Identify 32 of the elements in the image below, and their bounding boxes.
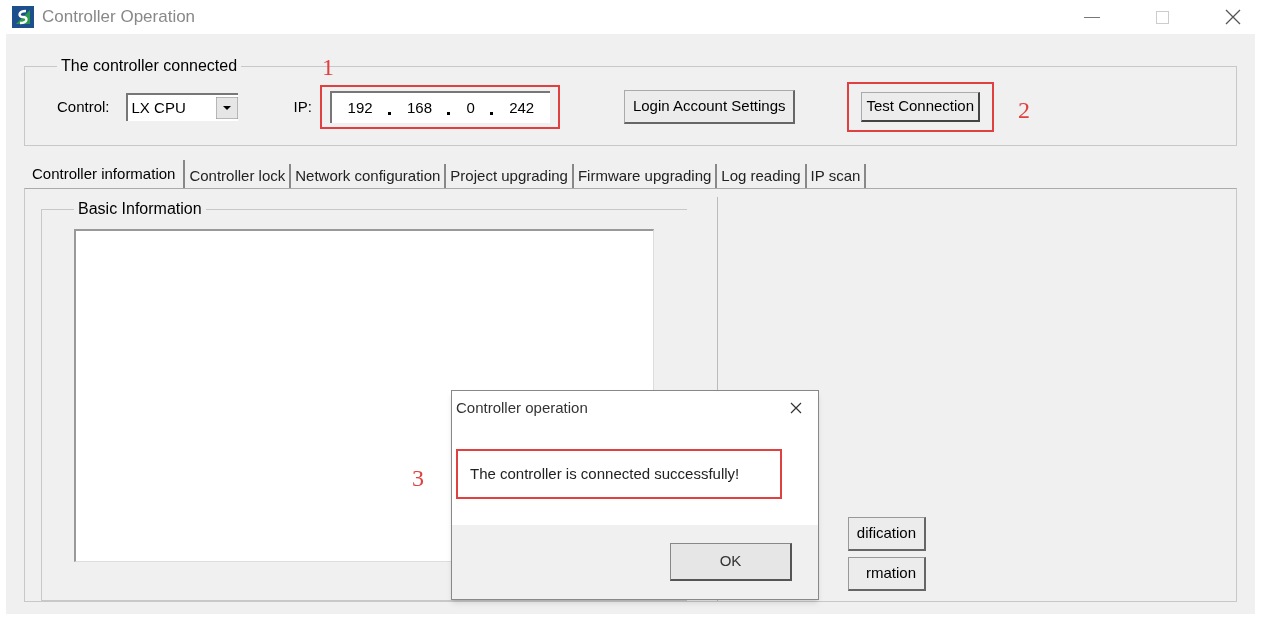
tab[interactable]: Firmware upgrading bbox=[573, 164, 718, 188]
group-title: The controller connected bbox=[60, 56, 239, 76]
annotation-number: 1 bbox=[321, 53, 334, 82]
action-button[interactable]: rmation bbox=[848, 557, 926, 591]
ip-octet: 0 bbox=[466, 97, 475, 118]
close-icon[interactable] bbox=[790, 402, 802, 414]
tab[interactable]: Network configuration bbox=[291, 164, 447, 188]
control-label: Control: bbox=[57, 96, 110, 117]
app-logo-icon bbox=[12, 6, 34, 28]
ip-label: IP: bbox=[293, 96, 312, 117]
tab[interactable]: Controller lock bbox=[185, 164, 292, 188]
group-title: Basic Information bbox=[77, 199, 203, 219]
login-settings-button[interactable]: Login Account Settings bbox=[623, 90, 796, 124]
message-text: The controller is connected successfully! bbox=[470, 463, 740, 484]
control-dropdown[interactable]: LX CPU bbox=[125, 93, 238, 121]
dropdown-arrow-icon bbox=[215, 97, 238, 119]
ip-address-field[interactable]: 192 168 0 242 bbox=[329, 91, 550, 123]
test-connection-button[interactable]: Test Connection bbox=[861, 92, 981, 122]
tab[interactable]: IP scan bbox=[806, 164, 867, 188]
close-icon[interactable] bbox=[1225, 9, 1241, 25]
action-button[interactable]: dification bbox=[848, 517, 926, 551]
window-title: Controller Operation bbox=[42, 6, 196, 29]
ok-button[interactable]: OK bbox=[670, 543, 792, 581]
annotation-number: 2 bbox=[1018, 96, 1031, 125]
tab[interactable]: Log reading bbox=[717, 164, 807, 188]
minimize-icon[interactable] bbox=[1084, 16, 1100, 18]
annotation-number: 3 bbox=[412, 464, 424, 493]
ip-octet: 192 bbox=[347, 97, 373, 118]
ip-octet: 168 bbox=[407, 97, 432, 118]
tab[interactable]: Project upgrading bbox=[446, 164, 574, 188]
ip-octet: 242 bbox=[509, 97, 535, 118]
dialog-title: Controller operation bbox=[456, 397, 588, 418]
